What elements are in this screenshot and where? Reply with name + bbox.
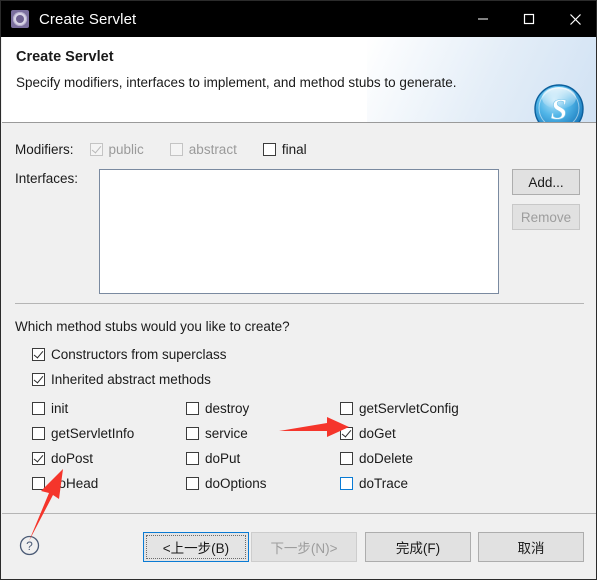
stub-checkbox-doget[interactable]: doGet: [340, 426, 396, 441]
title-bar: Create Servlet: [1, 1, 596, 37]
checkbox-box[interactable]: [32, 452, 45, 465]
checkbox-box[interactable]: [186, 402, 199, 415]
stub-label-destroy: destroy: [205, 401, 250, 416]
modifier-checkbox-abstract: abstract: [169, 141, 237, 157]
stub-checkbox-destroy[interactable]: destroy: [186, 401, 249, 416]
banner-title: Create Servlet: [16, 49, 114, 65]
finish-button[interactable]: 完成(F): [365, 532, 471, 562]
next-button: 下一步(N)>: [251, 532, 357, 562]
stub-checkbox-dopost[interactable]: doPost: [32, 451, 93, 466]
back-button-label: <上一步(B): [162, 541, 230, 556]
stub-label-dooptions: doOptions: [205, 476, 267, 491]
modifier-checkbox-final[interactable]: final: [262, 141, 307, 157]
checkbox-box[interactable]: [186, 477, 199, 490]
stub-label-dohead: doHead: [51, 476, 99, 491]
stub-checkbox-dotrace[interactable]: doTrace: [340, 476, 408, 491]
checkbox-box[interactable]: [32, 427, 45, 440]
checkbox-box[interactable]: [186, 427, 199, 440]
stub-checkbox-service[interactable]: service: [186, 426, 248, 441]
window-controls: [460, 1, 596, 37]
banner-description: Specify modifiers, interfaces to impleme…: [16, 75, 457, 90]
separator-bottom: [2, 513, 596, 514]
svg-text:S: S: [551, 93, 568, 123]
cancel-button[interactable]: 取消: [478, 532, 584, 562]
checkbox-box[interactable]: [186, 452, 199, 465]
back-button[interactable]: <上一步(B): [143, 532, 249, 562]
stub-label-doput: doPut: [205, 451, 241, 466]
add-interface-button[interactable]: Add...: [512, 169, 580, 195]
close-icon[interactable]: [552, 1, 596, 37]
servlet-s-logo: S: [531, 81, 587, 123]
modifiers-row: Modifiers: public abstract final: [15, 139, 307, 159]
modifier-label-final: final: [281, 141, 307, 157]
stub-checkbox-init[interactable]: init: [32, 401, 68, 416]
stub-checkbox-getservletconfig[interactable]: getServletConfig: [340, 401, 459, 416]
checkbox-box[interactable]: [32, 373, 45, 386]
stub-checkbox-doput[interactable]: doPut: [186, 451, 240, 466]
stub-checkbox-inherited-abstract-methods[interactable]: Inherited abstract methods: [32, 372, 211, 387]
stub-label-getservletinfo: getServletInfo: [51, 426, 135, 441]
checkbox-box[interactable]: [32, 402, 45, 415]
stub-label-dopost: doPost: [51, 451, 94, 466]
remove-interface-button: Remove: [512, 204, 580, 230]
cancel-button-label: 取消: [517, 541, 545, 556]
finish-button-label: 完成(F): [395, 541, 441, 556]
stub-label-constructors-from-superclass: Constructors from superclass: [51, 347, 227, 362]
checkbox-box[interactable]: [32, 348, 45, 361]
stub-checkbox-dodelete[interactable]: doDelete: [340, 451, 413, 466]
window-title: Create Servlet: [39, 10, 137, 28]
stub-checkbox-getservletinfo[interactable]: getServletInfo: [32, 426, 134, 441]
checkbox-box[interactable]: [340, 427, 353, 440]
checkbox-box[interactable]: [32, 477, 45, 490]
eclipse-gear-icon: [11, 10, 29, 28]
checkbox-box[interactable]: [340, 452, 353, 465]
stub-label-service: service: [205, 426, 248, 441]
wizard-banner: Create Servlet Specify modifiers, interf…: [2, 37, 596, 123]
checkbox-box[interactable]: [262, 142, 276, 156]
modifier-checkbox-public: public: [89, 141, 144, 157]
stub-label-inherited-abstract-methods: Inherited abstract methods: [51, 372, 211, 387]
dialog-button-bar: <上一步(B) 下一步(N)> 完成(F) 取消: [1, 529, 596, 563]
interfaces-list[interactable]: [99, 169, 499, 294]
interfaces-label: Interfaces:: [15, 171, 79, 186]
modifier-label-abstract: abstract: [188, 141, 237, 157]
next-button-label: 下一步(N)>: [270, 541, 338, 556]
stub-checkbox-dohead[interactable]: doHead: [32, 476, 98, 491]
stub-label-dotrace: doTrace: [359, 476, 409, 491]
checkbox-box[interactable]: [340, 477, 353, 490]
separator-top: [15, 303, 584, 304]
minimize-icon[interactable]: [460, 1, 506, 37]
checkbox-box: [169, 142, 183, 156]
stub-label-dodelete: doDelete: [359, 451, 414, 466]
stub-checkbox-dooptions[interactable]: doOptions: [186, 476, 267, 491]
stub-label-doget: doGet: [359, 426, 396, 441]
interfaces-row: Interfaces: Add... Remove: [15, 169, 584, 294]
checkbox-box: [89, 142, 103, 156]
stub-label-init: init: [51, 401, 69, 416]
stubs-question: Which method stubs would you like to cre…: [15, 319, 290, 334]
modifier-label-public: public: [108, 141, 144, 157]
stub-label-getservletconfig: getServletConfig: [359, 401, 459, 416]
create-servlet-dialog: Create Servlet Create Servlet Specify mo…: [0, 0, 597, 580]
modifiers-label: Modifiers:: [15, 141, 74, 157]
maximize-icon[interactable]: [506, 1, 552, 37]
checkbox-box[interactable]: [340, 402, 353, 415]
stub-checkbox-constructors-from-superclass[interactable]: Constructors from superclass: [32, 347, 227, 362]
